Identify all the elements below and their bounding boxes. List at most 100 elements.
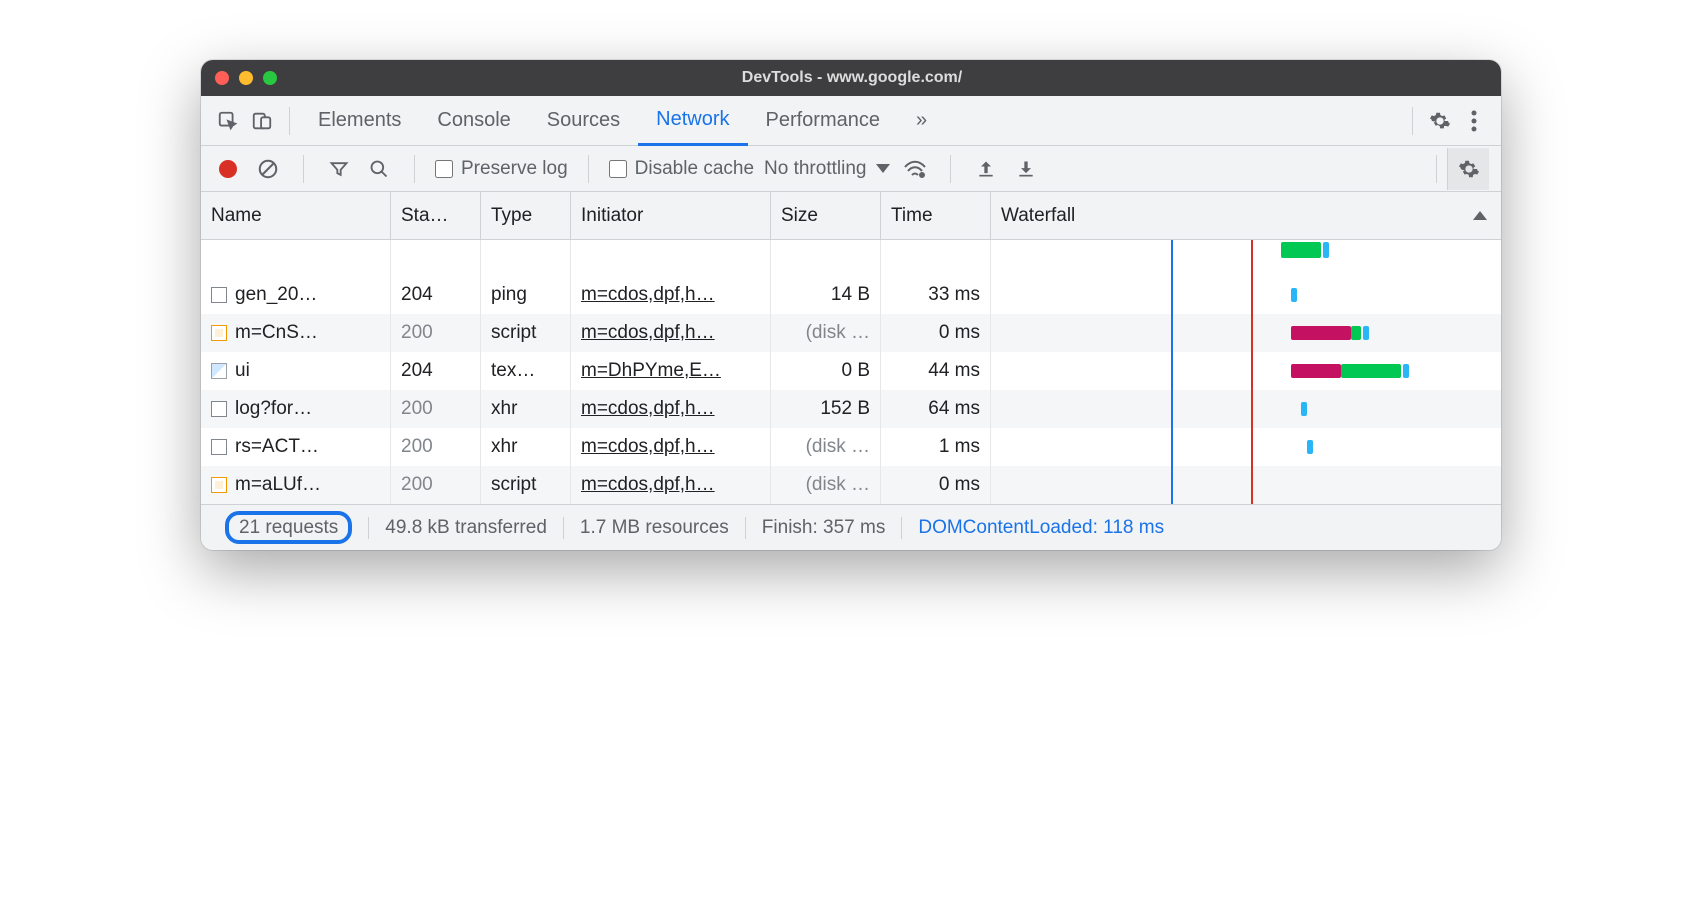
window-title: DevTools - www.google.com/ xyxy=(277,69,1427,87)
cell-type: script xyxy=(481,466,571,504)
cell-type: xhr xyxy=(481,390,571,428)
status-requests: 21 requests xyxy=(215,517,369,539)
cell-type: tex… xyxy=(481,352,571,390)
tab-elements[interactable]: Elements xyxy=(300,96,419,146)
cell-name: gen_20… xyxy=(201,276,391,314)
cell-type: ping xyxy=(481,276,571,314)
record-button[interactable] xyxy=(213,154,243,184)
main-tabs: Elements Console Sources Network Perform… xyxy=(201,96,1501,146)
close-icon[interactable] xyxy=(215,71,229,85)
cell-size: (disk … xyxy=(771,314,881,352)
cell-type: xhr xyxy=(481,428,571,466)
request-table: gen_20… 204 ping m=cdos,dpf,h… 14 B 33 m… xyxy=(201,240,1501,504)
upload-har-icon[interactable] xyxy=(971,154,1001,184)
file-type-icon xyxy=(211,439,227,455)
table-row[interactable]: log?for… 200 xhr m=cdos,dpf,h… 152 B 64 … xyxy=(201,390,1501,428)
cell-time: 64 ms xyxy=(881,390,991,428)
kebab-menu-icon[interactable] xyxy=(1457,104,1491,138)
cell-status: 204 xyxy=(391,276,481,314)
cell-initiator[interactable]: m=cdos,dpf,h… xyxy=(571,428,771,466)
preserve-log-label: Preserve log xyxy=(461,158,568,180)
cell-waterfall xyxy=(991,428,1501,466)
tab-sources[interactable]: Sources xyxy=(529,96,638,146)
network-settings-icon[interactable] xyxy=(1447,148,1489,190)
inspect-icon[interactable] xyxy=(211,104,245,138)
table-row[interactable]: m=CnS… 200 script m=cdos,dpf,h… (disk … … xyxy=(201,314,1501,352)
cell-waterfall xyxy=(991,314,1501,352)
cell-size: 14 B xyxy=(771,276,881,314)
status-finish: Finish: 357 ms xyxy=(746,517,903,539)
devtools-window: DevTools - www.google.com/ Elements Cons… xyxy=(201,60,1501,550)
file-type-icon xyxy=(211,477,227,493)
cell-time: 0 ms xyxy=(881,466,991,504)
download-har-icon[interactable] xyxy=(1011,154,1041,184)
col-size[interactable]: Size xyxy=(771,192,881,239)
cell-name: log?for… xyxy=(201,390,391,428)
col-name[interactable]: Name xyxy=(201,192,391,239)
minimize-icon[interactable] xyxy=(239,71,253,85)
cell-waterfall xyxy=(991,390,1501,428)
col-waterfall[interactable]: Waterfall xyxy=(991,192,1501,239)
cell-initiator[interactable]: m=DhPYme,E… xyxy=(571,352,771,390)
network-toolbar: Preserve log Disable cache No throttling xyxy=(201,146,1501,192)
cell-size: (disk … xyxy=(771,428,881,466)
table-row[interactable]: m=aLUf… 200 script m=cdos,dpf,h… (disk …… xyxy=(201,466,1501,504)
settings-icon[interactable] xyxy=(1423,104,1457,138)
device-toggle-icon[interactable] xyxy=(245,104,279,138)
cell-initiator[interactable]: m=cdos,dpf,h… xyxy=(571,276,771,314)
throttling-value: No throttling xyxy=(764,158,866,180)
file-type-icon xyxy=(211,401,227,417)
chevron-down-icon xyxy=(876,164,890,173)
disable-cache-checkbox[interactable]: Disable cache xyxy=(609,158,754,180)
cell-size: 152 B xyxy=(771,390,881,428)
sort-asc-icon xyxy=(1473,211,1487,220)
waterfall-overview xyxy=(991,240,1501,276)
titlebar: DevTools - www.google.com/ xyxy=(201,60,1501,96)
search-icon[interactable] xyxy=(364,154,394,184)
filter-icon[interactable] xyxy=(324,154,354,184)
cell-name: ui xyxy=(201,352,391,390)
zoom-icon[interactable] xyxy=(263,71,277,85)
status-requests-value: 21 requests xyxy=(225,511,352,544)
status-transferred: 49.8 kB transferred xyxy=(369,517,564,539)
traffic-lights xyxy=(215,71,277,85)
tabs-overflow[interactable]: » xyxy=(898,96,945,146)
col-time[interactable]: Time xyxy=(881,192,991,239)
table-row[interactable]: ui 204 tex… m=DhPYme,E… 0 B 44 ms xyxy=(201,352,1501,390)
tab-console[interactable]: Console xyxy=(419,96,528,146)
status-dcl: DOMContentLoaded: 118 ms xyxy=(902,517,1180,539)
col-status[interactable]: Sta… xyxy=(391,192,481,239)
cell-time: 0 ms xyxy=(881,314,991,352)
file-type-icon xyxy=(211,325,227,341)
network-conditions-icon[interactable] xyxy=(900,154,930,184)
file-type-icon xyxy=(211,287,227,303)
disable-cache-label: Disable cache xyxy=(635,158,754,180)
table-row[interactable]: rs=ACT… 200 xhr m=cdos,dpf,h… (disk … 1 … xyxy=(201,428,1501,466)
col-initiator[interactable]: Initiator xyxy=(571,192,771,239)
cell-status: 200 xyxy=(391,466,481,504)
cell-name: m=aLUf… xyxy=(201,466,391,504)
clear-icon[interactable] xyxy=(253,154,283,184)
cell-status: 200 xyxy=(391,314,481,352)
cell-initiator[interactable]: m=cdos,dpf,h… xyxy=(571,466,771,504)
cell-waterfall xyxy=(991,352,1501,390)
table-row[interactable]: gen_20… 204 ping m=cdos,dpf,h… 14 B 33 m… xyxy=(201,276,1501,314)
column-headers: Name Sta… Type Initiator Size Time Water… xyxy=(201,192,1501,240)
cell-type: script xyxy=(481,314,571,352)
cell-size: 0 B xyxy=(771,352,881,390)
cell-time: 1 ms xyxy=(881,428,991,466)
cell-status: 204 xyxy=(391,352,481,390)
cell-size: (disk … xyxy=(771,466,881,504)
preserve-log-checkbox[interactable]: Preserve log xyxy=(435,158,568,180)
file-type-icon xyxy=(211,363,227,379)
tab-performance[interactable]: Performance xyxy=(748,96,899,146)
throttling-select[interactable]: No throttling xyxy=(764,158,890,180)
cell-initiator[interactable]: m=cdos,dpf,h… xyxy=(571,390,771,428)
cell-initiator[interactable]: m=cdos,dpf,h… xyxy=(571,314,771,352)
cell-name: m=CnS… xyxy=(201,314,391,352)
tab-network[interactable]: Network xyxy=(638,96,747,146)
cell-name: rs=ACT… xyxy=(201,428,391,466)
cell-time: 33 ms xyxy=(881,276,991,314)
col-type[interactable]: Type xyxy=(481,192,571,239)
cell-waterfall xyxy=(991,276,1501,314)
